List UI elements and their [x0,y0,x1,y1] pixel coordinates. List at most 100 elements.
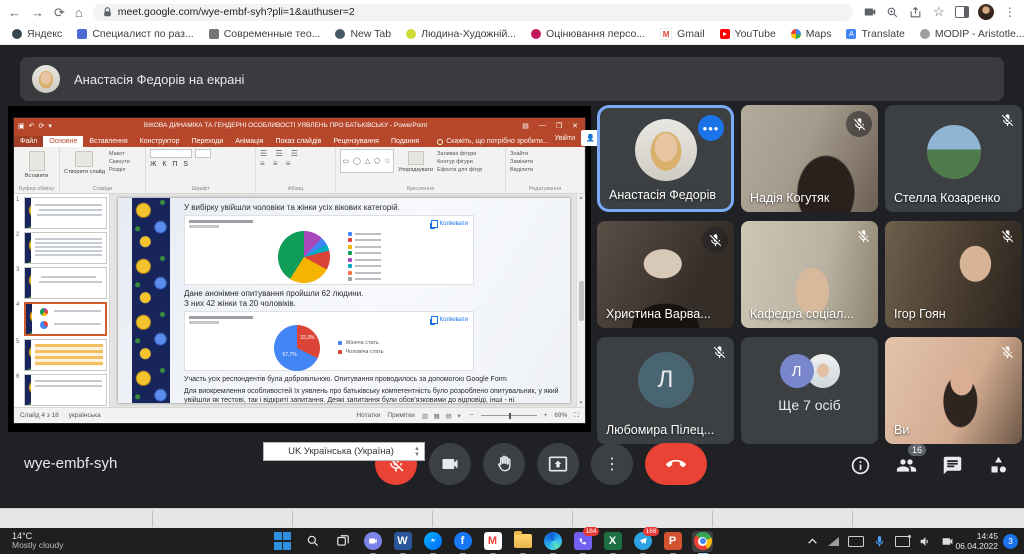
tab-transitions[interactable]: Переходи [186,136,230,147]
tab-camera-icon[interactable] [863,5,877,19]
teams-chat-icon[interactable] [362,531,383,552]
reset-button[interactable]: Скинути [109,159,130,165]
replace-button[interactable]: Замінити [510,159,533,165]
speaker-icon[interactable] [919,535,932,548]
slide-thumb-2[interactable]: 2 [16,232,107,264]
paste-label[interactable]: Вставити [25,173,49,179]
display-icon[interactable] [895,536,910,547]
tray-app-icon[interactable] [828,537,839,546]
slide-thumb-3[interactable]: 3 [16,267,107,299]
weather-widget[interactable]: 14°C Mostly cloudy [12,531,64,551]
home-icon[interactable]: ⌂ [75,6,83,19]
view-buttons[interactable]: ▥ ▦ ▤ ▾ [422,412,463,420]
viber-icon[interactable]: 184 [572,531,593,552]
camera-button[interactable] [429,443,471,485]
taskbar-clock[interactable]: 14:45 06.04.2022 [955,531,998,551]
activities-icon[interactable] [986,453,1010,477]
section-button[interactable]: Розділ [109,167,130,173]
editor-scrollbar[interactable]: ▲▼ [576,194,585,407]
tray-camera-icon[interactable] [941,535,954,548]
redo-icon[interactable]: ⟳ [39,122,45,130]
tab-review[interactable]: Рецензування [327,136,385,147]
align-buttons[interactable]: ≡ ≡ ≡ [260,159,293,168]
tab-insert[interactable]: Вставлення [83,136,133,147]
tile-menu-button[interactable]: ••• [698,115,724,141]
shape-fill-button[interactable]: Заливка фігури [437,151,482,157]
bookmark-liudyna[interactable]: Людина-Художній... [406,28,516,40]
tab-design[interactable]: Конструктор [134,136,186,147]
font-style-buttons[interactable]: Ж К П S [150,161,190,168]
slide-thumb-5[interactable]: 5 [16,339,107,371]
more-options-button[interactable]: ⋮ [591,443,633,485]
tab-file[interactable]: Файл [14,136,43,147]
tab-view[interactable]: Подання [385,136,425,147]
slide-thumb-4-selected[interactable]: 4 [16,302,107,336]
chrome-icon-active[interactable] [692,531,713,552]
font-name-select[interactable] [150,149,192,158]
word-icon[interactable]: W [392,531,413,552]
bookmark-newtab[interactable]: New Tab [335,28,391,40]
language-selector-popup[interactable]: UK Українська (Україна) ▲▼ [263,442,425,461]
tab-slideshow[interactable]: Показ слайдів [269,136,327,147]
language-indicator[interactable]: українська [69,412,101,419]
bookmark-sovremennye[interactable]: Современные тео... [209,28,321,40]
slide-thumb-1[interactable]: 1 [16,197,107,229]
bookmark-modip[interactable]: MODIP - Aristotle... [920,28,1024,40]
browser-menu-icon[interactable]: ⋮ [1003,5,1017,19]
scroll-down-icon[interactable]: ▼ [579,400,584,406]
undo-icon[interactable]: ↶ [29,122,35,130]
close-icon[interactable]: ✕ [569,122,581,130]
tile-kafedra[interactable]: Кафедра соціал... [741,221,878,328]
address-bar[interactable]: meet.google.com/wye-embf-syh?pli=1&authu… [93,4,853,21]
excel-icon[interactable]: X [602,531,623,552]
tab-animations[interactable]: Анімація [229,136,269,147]
tile-overflow-others[interactable]: Л Ще 7 осіб [741,337,878,444]
bookmark-yandex[interactable]: Яндекс [12,28,62,40]
bookmark-youtube[interactable]: YouTube [720,28,776,40]
messenger-icon[interactable] [422,531,443,552]
tray-mic-icon[interactable] [873,535,886,548]
tile-stella[interactable]: Стелла Козаренко [885,105,1022,212]
bookmark-specialist[interactable]: Специалист по раз... [77,28,193,40]
start-button[interactable] [272,531,293,552]
touch-keyboard-icon[interactable] [848,536,864,547]
people-icon[interactable]: 16 [894,453,918,477]
slide-editor[interactable]: У вибірку увійшли чоловіки та жінки усіх… [110,194,576,407]
minimize-icon[interactable]: — [536,122,549,129]
task-view-icon[interactable] [332,531,353,552]
ribbon-options-icon[interactable]: ▤ [519,122,532,130]
bookmark-star-icon[interactable]: ☆ [932,5,946,19]
gmail-icon[interactable]: M [482,531,503,552]
font-size-select[interactable] [195,149,211,158]
tile-khrystyna[interactable]: Христина Варва... [597,221,734,328]
bookmark-otsiniuvannia[interactable]: Оцінювання персо... [531,28,645,40]
share-icon[interactable] [909,5,923,19]
scroll-thumb[interactable] [579,281,584,321]
bookmark-maps[interactable]: Maps [791,28,832,40]
new-slide-icon[interactable] [75,151,93,167]
zoom-level[interactable]: 69% [554,412,567,419]
comments-button[interactable]: Примітки [387,412,414,419]
telegram-icon[interactable]: 168 [632,531,653,552]
fit-slide-icon[interactable]: ⛶ [574,412,579,420]
forward-icon[interactable]: → [31,6,44,19]
zoom-icon[interactable] [886,5,900,19]
bookmark-translate[interactable]: ATranslate [846,28,904,40]
zoom-out-icon[interactable]: − [470,412,474,419]
tray-expand-icon[interactable] [806,535,819,548]
zoom-slider[interactable] [481,415,537,416]
arrange-icon[interactable] [408,151,424,165]
tile-ihor[interactable]: Ігор Гоян [885,221,1022,328]
quick-access-toolbar[interactable]: ▣↶⟳▾ [18,122,52,130]
notification-count-badge[interactable]: 3 [1003,534,1018,549]
copy-link[interactable]: Копіювати [431,316,468,324]
tile-anastasiia[interactable]: ••• Анастасія Федорів [597,105,734,212]
edge-icon[interactable] [542,531,563,552]
shape-outline-button[interactable]: Контур фігури [437,159,482,165]
scroll-up-icon[interactable]: ▲ [579,195,584,201]
file-explorer-icon[interactable] [512,531,533,552]
search-icon[interactable] [302,531,323,552]
select-button[interactable]: Виділити [510,167,533,173]
arrange-label[interactable]: Упорядкувати [398,167,433,173]
paste-icon[interactable] [29,151,45,171]
